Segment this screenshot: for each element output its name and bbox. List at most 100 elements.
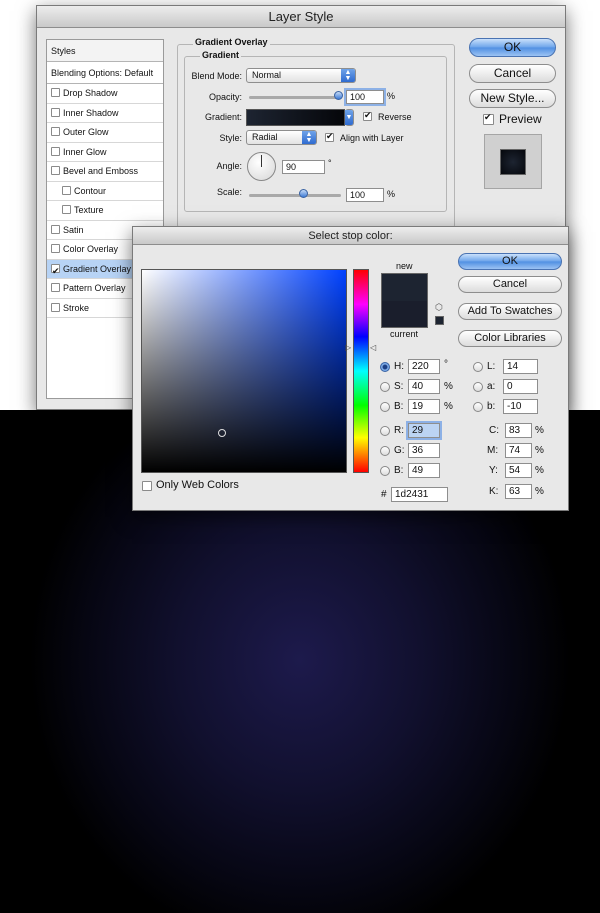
add-to-swatches-button[interactable]: Add To Swatches xyxy=(458,303,562,320)
picker-cancel-button[interactable]: Cancel xyxy=(458,276,562,293)
l-input[interactable]: 14 xyxy=(503,359,538,374)
cube-icon[interactable]: ⬡ xyxy=(435,302,443,313)
color-field-cursor[interactable] xyxy=(218,429,226,437)
hue-arrow-left-icon[interactable]: ▷ xyxy=(345,343,351,352)
radio-lab-b[interactable] xyxy=(473,402,483,412)
blue-label: B: xyxy=(394,465,404,476)
ok-button[interactable]: OK xyxy=(469,38,556,57)
color-field[interactable] xyxy=(141,269,347,473)
gradient-swatch[interactable] xyxy=(246,109,345,126)
scale-slider-knob[interactable] xyxy=(299,189,308,198)
angle-unit: ° xyxy=(328,158,332,168)
checkbox-inner-shadow[interactable] xyxy=(51,107,60,117)
a-input[interactable]: 0 xyxy=(503,379,538,394)
angle-input[interactable]: 90 xyxy=(282,160,325,174)
preview-checkbox[interactable] xyxy=(483,112,494,125)
hex-input[interactable]: 1d2431 xyxy=(391,487,448,502)
checkbox-contour[interactable] xyxy=(62,185,71,195)
hex-label: # xyxy=(381,489,387,500)
opacity-slider-track[interactable] xyxy=(249,96,341,99)
new-color-swatch xyxy=(381,273,428,301)
radio-blue[interactable] xyxy=(380,466,390,476)
blending-options-item[interactable]: Blending Options: Default xyxy=(47,62,163,84)
new-color-label: new xyxy=(396,261,413,271)
opacity-slider-knob[interactable] xyxy=(334,91,343,100)
k-input[interactable]: 63 xyxy=(505,484,532,499)
effect-inner-glow[interactable]: Inner Glow xyxy=(47,143,163,162)
opacity-input[interactable]: 100 xyxy=(346,90,384,104)
gradient-label: Gradient: xyxy=(204,112,242,122)
m-label: M: xyxy=(487,445,499,456)
effect-texture[interactable]: Texture xyxy=(47,201,163,221)
radio-a[interactable] xyxy=(473,382,483,392)
b-input[interactable]: 19 xyxy=(408,399,440,414)
checkbox-inner-glow[interactable] xyxy=(51,146,60,156)
blend-mode-select[interactable]: Normal ▲ ▼ xyxy=(246,68,356,83)
preview-thumbnail xyxy=(500,149,526,175)
preview-box xyxy=(484,134,542,189)
hue-slider[interactable] xyxy=(353,269,369,473)
cancel-button[interactable]: Cancel xyxy=(469,64,556,83)
b-label: B: xyxy=(394,401,404,412)
radio-b[interactable] xyxy=(380,402,390,412)
reverse-checkbox[interactable] xyxy=(363,110,372,121)
radio-g[interactable] xyxy=(380,446,390,456)
color-libraries-button[interactable]: Color Libraries xyxy=(458,330,562,347)
checkbox-texture[interactable] xyxy=(62,205,71,214)
effect-inner-shadow[interactable]: Inner Shadow xyxy=(47,104,163,123)
checkbox-pattern-overlay[interactable] xyxy=(51,283,60,292)
reverse-label: Reverse xyxy=(378,112,412,122)
effect-contour[interactable]: Contour xyxy=(47,182,163,201)
current-color-swatch[interactable] xyxy=(381,301,428,328)
a-label: a: xyxy=(487,381,496,392)
blend-mode-label: Blend Mode: xyxy=(191,71,242,81)
checkbox-stroke[interactable] xyxy=(51,302,60,312)
styles-header[interactable]: Styles xyxy=(47,40,163,62)
scale-input[interactable]: 100 xyxy=(346,188,384,202)
m-input[interactable]: 74 xyxy=(505,443,532,458)
checkbox-drop-shadow[interactable] xyxy=(51,88,60,97)
scale-label: Scale: xyxy=(216,187,242,197)
style-select[interactable]: Radial ▲ ▼ xyxy=(246,130,317,145)
radio-s[interactable] xyxy=(380,382,390,392)
radio-l[interactable] xyxy=(473,362,483,372)
preview-label: Preview xyxy=(499,112,542,126)
effect-drop-shadow[interactable]: Drop Shadow xyxy=(47,84,163,104)
radio-r[interactable] xyxy=(380,426,390,436)
checkbox-bevel-emboss[interactable] xyxy=(51,166,60,175)
color-picker-title: Select stop color: xyxy=(133,227,568,245)
radio-h[interactable] xyxy=(380,362,390,372)
r-input[interactable]: 29 xyxy=(408,423,440,438)
chevron-down-icon: ▼ xyxy=(345,110,353,125)
g-input[interactable]: 36 xyxy=(408,443,440,458)
new-style-button[interactable]: New Style... xyxy=(469,89,556,108)
effect-outer-glow[interactable]: Outer Glow xyxy=(47,123,163,143)
gradient-group-title: Gradient xyxy=(200,50,242,60)
effect-bevel-emboss[interactable]: Bevel and Emboss xyxy=(47,162,163,182)
c-label: C: xyxy=(489,425,499,436)
angle-dial[interactable] xyxy=(247,152,276,181)
checkbox-outer-glow[interactable] xyxy=(51,127,60,136)
s-unit: % xyxy=(444,381,453,392)
gradient-dropdown[interactable]: ▼ xyxy=(345,109,354,126)
h-input[interactable]: 220 xyxy=(408,359,440,374)
checkbox-color-overlay[interactable] xyxy=(51,244,60,253)
align-with-layer-label: Align with Layer xyxy=(340,133,404,143)
checkbox-gradient-overlay[interactable] xyxy=(51,262,60,281)
hue-arrow-right-icon[interactable]: ◁ xyxy=(370,343,376,352)
opacity-label: Opacity: xyxy=(208,92,242,102)
blue-input[interactable]: 49 xyxy=(408,463,440,478)
align-with-layer-checkbox[interactable] xyxy=(325,131,334,142)
only-web-colors-label: Only Web Colors xyxy=(156,479,239,491)
web-safe-swatch[interactable] xyxy=(435,316,444,325)
lab-b-input[interactable]: -10 xyxy=(503,399,538,414)
scale-slider-track[interactable] xyxy=(249,194,341,197)
r-label: R: xyxy=(394,425,404,436)
only-web-colors-checkbox[interactable] xyxy=(142,481,152,491)
c-input[interactable]: 83 xyxy=(505,423,532,438)
picker-ok-button[interactable]: OK xyxy=(458,253,562,270)
y-input[interactable]: 54 xyxy=(505,463,532,478)
checkbox-satin[interactable] xyxy=(51,224,60,234)
chevron-updown-icon: ▲ ▼ xyxy=(341,69,355,82)
s-input[interactable]: 40 xyxy=(408,379,440,394)
